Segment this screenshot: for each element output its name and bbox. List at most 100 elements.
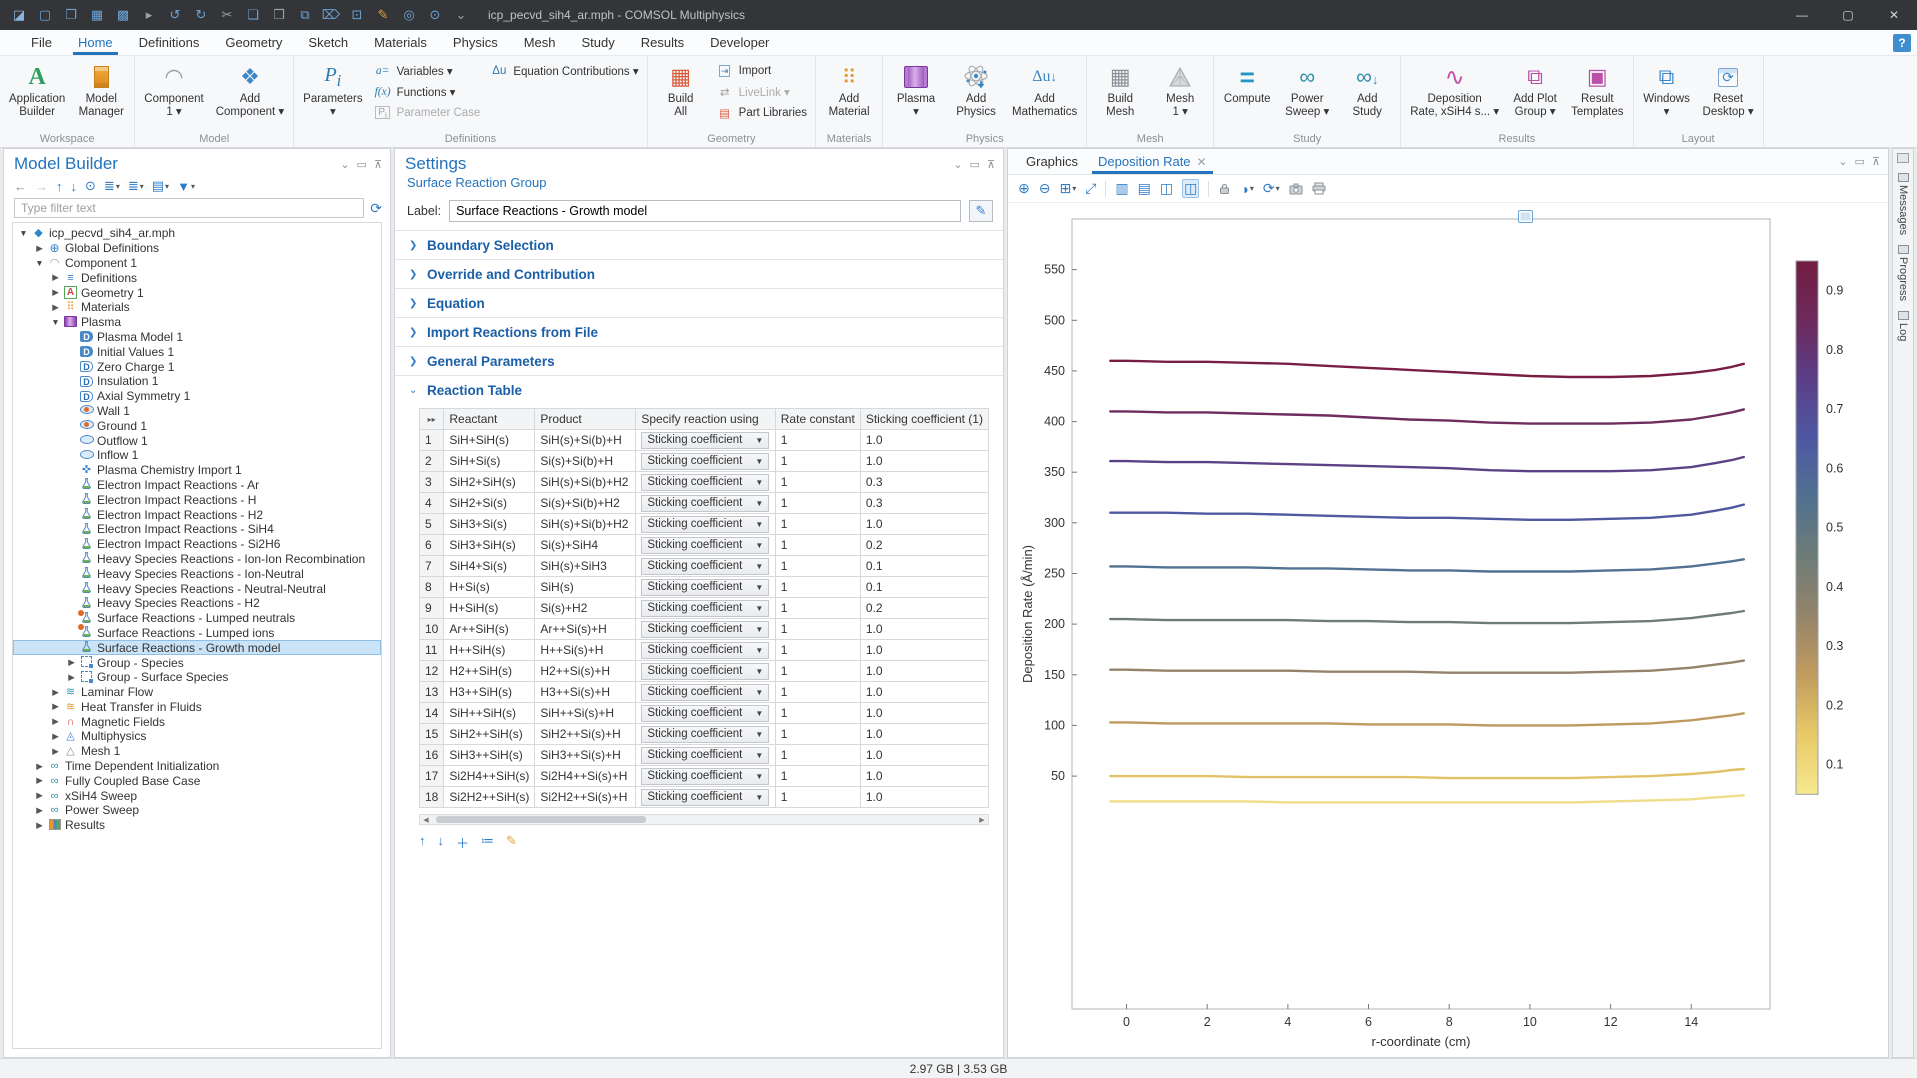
chevron-right-icon[interactable]: ▶ <box>49 272 62 283</box>
plasma-button[interactable]: Plasma▾ <box>887 59 945 121</box>
tree-filter-input[interactable] <box>14 198 364 218</box>
deposition-rate-plot-button[interactable]: ∿DepositionRate, xSiH4 s... ▾ <box>1405 59 1504 121</box>
sticking-coefficient-cell[interactable]: 1.0 <box>860 514 988 535</box>
redo-icon[interactable]: ↻ <box>188 0 214 30</box>
tree-item[interactable]: DInsulation 1 <box>13 374 381 389</box>
panel-menu-icon[interactable]: ⌄ <box>340 158 349 171</box>
ribbon-tab-mesh[interactable]: Mesh <box>511 30 569 55</box>
sticking-coefficient-cell[interactable]: 1.0 <box>860 619 988 640</box>
specify-reaction-dropdown[interactable]: Sticking coefficient▼ <box>641 474 769 491</box>
minimize-button[interactable]: — <box>1779 0 1825 30</box>
table-row[interactable]: 14SiH++SiH(s)SiH++Si(s)+HSticking coeffi… <box>420 703 989 724</box>
component-1-button[interactable]: ◠Component1 ▾ <box>139 59 208 121</box>
specify-reaction-dropdown[interactable]: Sticking coefficient▼ <box>641 537 769 554</box>
tree-item[interactable]: Heavy Species Reactions - Neutral-Neutra… <box>13 581 381 596</box>
rate-constant-cell[interactable]: 1 <box>775 451 860 472</box>
plot-in-window-icon[interactable]: ▤ <box>1138 180 1151 197</box>
add-material-button[interactable]: ⠿AddMaterial <box>820 59 878 121</box>
reactant-cell[interactable]: SiH2+SiH(s) <box>444 472 535 493</box>
rate-constant-cell[interactable]: 1 <box>775 787 860 808</box>
product-cell[interactable]: SiH++Si(s)+H <box>535 703 636 724</box>
rate-constant-cell[interactable]: 1 <box>775 535 860 556</box>
application-builder-button[interactable]: AApplicationBuilder <box>4 59 70 121</box>
sticking-coefficient-cell[interactable]: 0.3 <box>860 472 988 493</box>
tree-item[interactable]: ▶△Mesh 1 <box>13 744 381 759</box>
pin-panel-icon[interactable]: ⊼ <box>987 158 995 171</box>
rate-constant-cell[interactable]: 1 <box>775 682 860 703</box>
save-icon[interactable]: ▦ <box>84 0 110 30</box>
specify-reaction-dropdown[interactable]: Sticking coefficient▼ <box>641 432 769 449</box>
sticking-coefficient-cell[interactable]: 1.0 <box>860 766 988 787</box>
zoom-extents-icon[interactable]: ⤢ <box>1085 180 1096 197</box>
product-cell[interactable]: Si2H4++Si(s)+H <box>535 766 636 787</box>
chevron-right-icon[interactable]: ▶ <box>33 805 46 816</box>
move-rows-header[interactable]: ▸▸ <box>420 409 444 430</box>
table-row[interactable]: 13H3++SiH(s)H3++Si(s)+HSticking coeffici… <box>420 682 989 703</box>
specify-reaction-dropdown[interactable]: Sticking coefficient▼ <box>641 705 769 722</box>
add-mathematics-button[interactable]: Δu↓AddMathematics <box>1007 59 1082 121</box>
table-row[interactable]: 18Si2H2++SiH(s)Si2H2++Si(s)+HSticking co… <box>420 787 989 808</box>
pin-panel-icon[interactable]: ⊼ <box>374 158 382 171</box>
variables-button[interactable]: a=Variables ▾ <box>374 62 481 80</box>
plot-canvas[interactable]: 0246810121450100150200250300350400450500… <box>1008 203 1888 1057</box>
tree-item[interactable]: Surface Reactions - Growth model <box>13 640 381 655</box>
table-menu-icon[interactable]: ≔ <box>481 833 494 852</box>
tree-item[interactable]: ▶∞Time Dependent Initialization <box>13 759 381 774</box>
collapse-icon[interactable]: ≣▾ <box>128 178 144 194</box>
rate-constant-cell[interactable]: 1 <box>775 493 860 514</box>
image-settings-icon[interactable]: ◑▾ <box>1240 181 1253 197</box>
zoom-find-icon[interactable]: ⊙ <box>422 0 448 30</box>
tree-item[interactable]: DAxial Symmetry 1 <box>13 389 381 404</box>
specify-reaction-dropdown[interactable]: Sticking coefficient▼ <box>641 621 769 638</box>
chevron-right-icon[interactable]: ▶ <box>49 287 62 298</box>
sticking-coefficient-cell[interactable]: 0.1 <box>860 556 988 577</box>
tree-item[interactable]: ▶∞xSiH4 Sweep <box>13 788 381 803</box>
sticking-coefficient-cell[interactable]: 1.0 <box>860 787 988 808</box>
reactant-cell[interactable]: SiH4+Si(s) <box>444 556 535 577</box>
tree-item[interactable]: ▶◬Multiphysics <box>13 729 381 744</box>
tree-item[interactable]: DInitial Values 1 <box>13 344 381 359</box>
play-icon[interactable]: ▸ <box>136 0 162 30</box>
add-physics-button[interactable]: AddPhysics <box>947 59 1005 121</box>
power-sweep-button[interactable]: ∞PowerSweep ▾ <box>1278 59 1336 121</box>
reactant-cell[interactable]: H2++SiH(s) <box>444 661 535 682</box>
zoom-box-icon[interactable]: ⊞▾ <box>1059 180 1076 197</box>
reactant-cell[interactable]: Si2H2++SiH(s) <box>444 787 535 808</box>
reactant-cell[interactable]: SiH3+Si(s) <box>444 514 535 535</box>
sticking-coefficient-cell[interactable]: 1.0 <box>860 724 988 745</box>
side-tab-log[interactable]: Log <box>1897 311 1909 341</box>
tree-item[interactable]: Ground 1 <box>13 418 381 433</box>
sticking-coefficient-cell[interactable]: 0.2 <box>860 535 988 556</box>
tree-item[interactable]: ▶≡Definitions <box>13 270 381 285</box>
side-tab-progress[interactable]: Progress <box>1897 245 1909 301</box>
specify-reaction-dropdown[interactable]: Sticking coefficient▼ <box>641 726 769 743</box>
select-box-icon[interactable]: ⊡ <box>344 0 370 30</box>
add-icon[interactable]: ＋ <box>456 833 469 852</box>
reactant-cell[interactable]: H++SiH(s) <box>444 640 535 661</box>
tree-item[interactable]: Wall 1 <box>13 404 381 419</box>
section-general-parameters[interactable]: ❯General Parameters <box>395 346 1003 375</box>
chevron-right-icon[interactable]: ▶ <box>33 790 46 801</box>
tree-item[interactable]: ✜Plasma Chemistry Import 1 <box>13 463 381 478</box>
rate-constant-cell[interactable]: 1 <box>775 703 860 724</box>
specify-reaction-dropdown[interactable]: Sticking coefficient▼ <box>641 768 769 785</box>
rate-constant-cell[interactable]: 1 <box>775 430 860 451</box>
table-row[interactable]: 2SiH+Si(s)Si(s)+Si(b)+HSticking coeffici… <box>420 451 989 472</box>
table-row[interactable]: 6SiH3+SiH(s)Si(s)+SiH4Sticking coefficie… <box>420 535 989 556</box>
import-button[interactable]: ⇥Import <box>716 62 807 80</box>
specify-reaction-dropdown[interactable]: Sticking coefficient▼ <box>641 600 769 617</box>
dock-windows-icon[interactable] <box>1897 153 1909 163</box>
chevron-right-icon[interactable]: ▶ <box>33 775 46 786</box>
tree-item[interactable]: Electron Impact Reactions - SiH4 <box>13 522 381 537</box>
paste-icon[interactable]: ❒ <box>266 0 292 30</box>
reactant-cell[interactable]: SiH2++SiH(s) <box>444 724 535 745</box>
product-cell[interactable]: SiH(s)+Si(b)+H2 <box>535 472 636 493</box>
forward-icon[interactable]: → <box>35 179 48 194</box>
add-study-button[interactable]: ∞↓AddStudy <box>1338 59 1396 121</box>
product-cell[interactable]: Ar++Si(s)+H <box>535 619 636 640</box>
rate-constant-cell[interactable]: 1 <box>775 619 860 640</box>
specify-reaction-dropdown[interactable]: Sticking coefficient▼ <box>641 684 769 701</box>
tree-item[interactable]: ▶≋Laminar Flow <box>13 685 381 700</box>
tree-item[interactable]: Heavy Species Reactions - Ion-Ion Recomb… <box>13 552 381 567</box>
tab-graphics[interactable]: Graphics <box>1016 149 1088 174</box>
